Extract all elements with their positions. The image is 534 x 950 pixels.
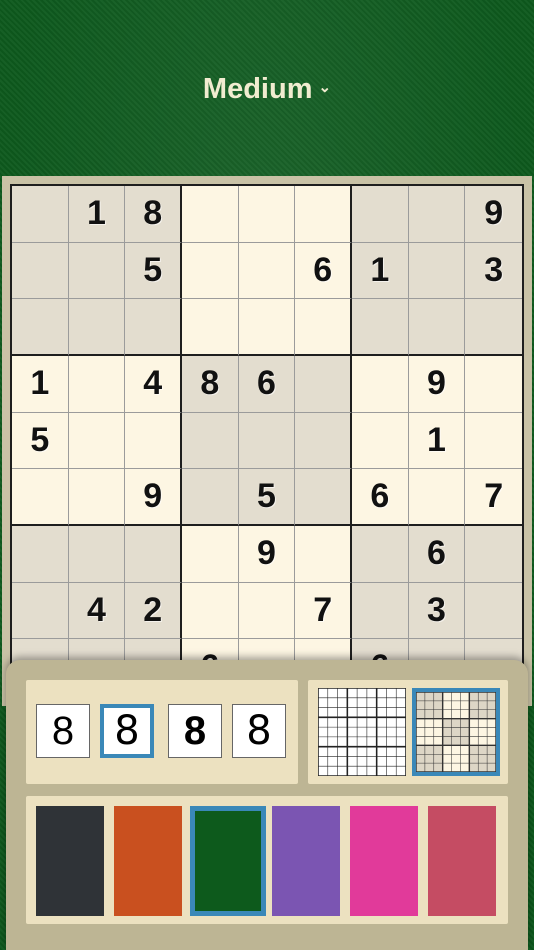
sudoku-cell-r4c8[interactable]: 9	[408, 356, 466, 413]
sudoku-cell-r8c2[interactable]: 4	[68, 582, 126, 640]
sudoku-cell-r2c6[interactable]: 6	[295, 242, 352, 300]
sudoku-cell-r2c5[interactable]	[238, 242, 296, 300]
sudoku-cell-r3c3[interactable]	[125, 299, 182, 356]
sudoku-cell-r7c2[interactable]	[68, 526, 126, 583]
sudoku-cell-r7c9[interactable]	[465, 526, 522, 583]
sudoku-board: 18956131486951956796427366	[10, 184, 524, 698]
sudoku-cell-r5c4[interactable]	[182, 412, 239, 470]
sudoku-cell-r7c5[interactable]: 9	[238, 526, 296, 583]
sudoku-cell-r3c1[interactable]	[12, 299, 69, 356]
sudoku-cell-r8c9[interactable]	[465, 582, 522, 640]
sudoku-cell-r5c8[interactable]: 1	[408, 412, 466, 470]
sudoku-cell-r1c5[interactable]	[238, 186, 296, 243]
font-option-3[interactable]: 8	[168, 704, 222, 758]
sudoku-cell-r7c8[interactable]: 6	[408, 526, 466, 583]
sudoku-cell-r5c2[interactable]	[68, 412, 126, 470]
sudoku-cell-r4c9[interactable]	[465, 356, 522, 413]
font-style-picker: 8 8 8 8	[26, 680, 298, 784]
sudoku-cell-r1c2[interactable]: 1	[68, 186, 126, 243]
sudoku-cell-r7c7[interactable]	[352, 526, 409, 583]
sudoku-cell-r6c7[interactable]: 6	[352, 469, 409, 526]
sudoku-cell-r6c5[interactable]: 5	[238, 469, 296, 526]
sudoku-cell-r4c1[interactable]: 1	[12, 356, 69, 413]
grid-style-shaded[interactable]	[412, 688, 500, 776]
sudoku-cell-r3c7[interactable]	[352, 299, 409, 356]
sudoku-cell-r1c8[interactable]	[408, 186, 466, 243]
sudoku-cell-r1c9[interactable]: 9	[465, 186, 522, 243]
sudoku-cell-r1c6[interactable]	[295, 186, 352, 243]
sudoku-cell-r5c5[interactable]	[238, 412, 296, 470]
sudoku-cell-r3c9[interactable]	[465, 299, 522, 356]
sudoku-cell-r4c3[interactable]: 4	[125, 356, 182, 413]
sudoku-cell-r8c5[interactable]	[238, 582, 296, 640]
sudoku-cell-r5c9[interactable]	[465, 412, 522, 470]
sudoku-cell-r2c2[interactable]	[68, 242, 126, 300]
color-swatch-green[interactable]	[190, 806, 266, 916]
plain-grid-icon	[318, 688, 406, 776]
sudoku-cell-r2c1[interactable]	[12, 242, 69, 300]
sudoku-cell-r3c4[interactable]	[182, 299, 239, 356]
sudoku-cell-r3c6[interactable]	[295, 299, 352, 356]
settings-panel: 8 8 8 8	[6, 660, 528, 950]
sudoku-cell-r4c4[interactable]: 8	[182, 356, 239, 413]
sudoku-cell-r7c6[interactable]	[295, 526, 352, 583]
font-option-1[interactable]: 8	[36, 704, 90, 758]
sudoku-cell-r6c1[interactable]	[12, 469, 69, 526]
sudoku-cell-r4c5[interactable]: 6	[238, 356, 296, 413]
sudoku-cell-r1c1[interactable]	[12, 186, 69, 243]
sudoku-cell-r5c1[interactable]: 5	[12, 412, 69, 470]
font-option-2[interactable]: 8	[100, 704, 154, 758]
font-option-4[interactable]: 8	[232, 704, 286, 758]
sudoku-cell-r6c4[interactable]	[182, 469, 239, 526]
sudoku-cell-r2c8[interactable]	[408, 242, 466, 300]
sudoku-cell-r8c8[interactable]: 3	[408, 582, 466, 640]
color-swatch-charcoal[interactable]	[36, 806, 104, 916]
difficulty-selector[interactable]: Medium ⌄	[0, 62, 534, 116]
sudoku-cell-r8c4[interactable]	[182, 582, 239, 640]
sudoku-cell-r3c2[interactable]	[68, 299, 126, 356]
sudoku-cell-r2c3[interactable]: 5	[125, 242, 182, 300]
shaded-grid-icon	[416, 692, 496, 772]
sudoku-cell-r7c1[interactable]	[12, 526, 69, 583]
color-swatch-purple[interactable]	[272, 806, 340, 916]
sudoku-cell-r8c7[interactable]	[352, 582, 409, 640]
sudoku-cell-r4c6[interactable]	[295, 356, 352, 413]
grid-style-plain[interactable]	[318, 688, 406, 776]
difficulty-label: Medium	[202, 72, 313, 105]
sudoku-cell-r2c4[interactable]	[182, 242, 239, 300]
sudoku-cell-r4c7[interactable]	[352, 356, 409, 413]
sudoku-cell-r1c3[interactable]: 8	[125, 186, 182, 243]
sudoku-cell-r6c2[interactable]	[68, 469, 126, 526]
sudoku-cell-r5c6[interactable]	[295, 412, 352, 470]
chevron-down-icon: ⌄	[318, 79, 332, 96]
sudoku-cell-r3c8[interactable]	[408, 299, 466, 356]
sudoku-cell-r6c3[interactable]: 9	[125, 469, 182, 526]
sudoku-cell-r7c4[interactable]	[182, 526, 239, 583]
grid-style-picker	[308, 680, 508, 784]
sudoku-cell-r1c7[interactable]	[352, 186, 409, 243]
sudoku-cell-r6c6[interactable]	[295, 469, 352, 526]
sudoku-cell-r6c9[interactable]: 7	[465, 469, 522, 526]
color-swatch-orange[interactable]	[114, 806, 182, 916]
sudoku-cell-r5c3[interactable]	[125, 412, 182, 470]
sudoku-cell-r3c5[interactable]	[238, 299, 296, 356]
sudoku-cell-r7c3[interactable]	[125, 526, 182, 583]
sudoku-cell-r2c7[interactable]: 1	[352, 242, 409, 300]
sudoku-board-frame: 18956131486951956796427366	[2, 176, 532, 706]
sudoku-cell-r5c7[interactable]	[352, 412, 409, 470]
board-color-picker	[26, 796, 508, 924]
color-swatch-rose[interactable]	[428, 806, 496, 916]
sudoku-cell-r4c2[interactable]	[68, 356, 126, 413]
sudoku-cell-r8c1[interactable]	[12, 582, 69, 640]
sudoku-cell-r8c6[interactable]: 7	[295, 582, 352, 640]
sudoku-cell-r1c4[interactable]	[182, 186, 239, 243]
sudoku-cell-r6c8[interactable]	[408, 469, 466, 526]
sudoku-cell-r2c9[interactable]: 3	[465, 242, 522, 300]
sudoku-cell-r8c3[interactable]: 2	[125, 582, 182, 640]
color-swatch-pink[interactable]	[350, 806, 418, 916]
